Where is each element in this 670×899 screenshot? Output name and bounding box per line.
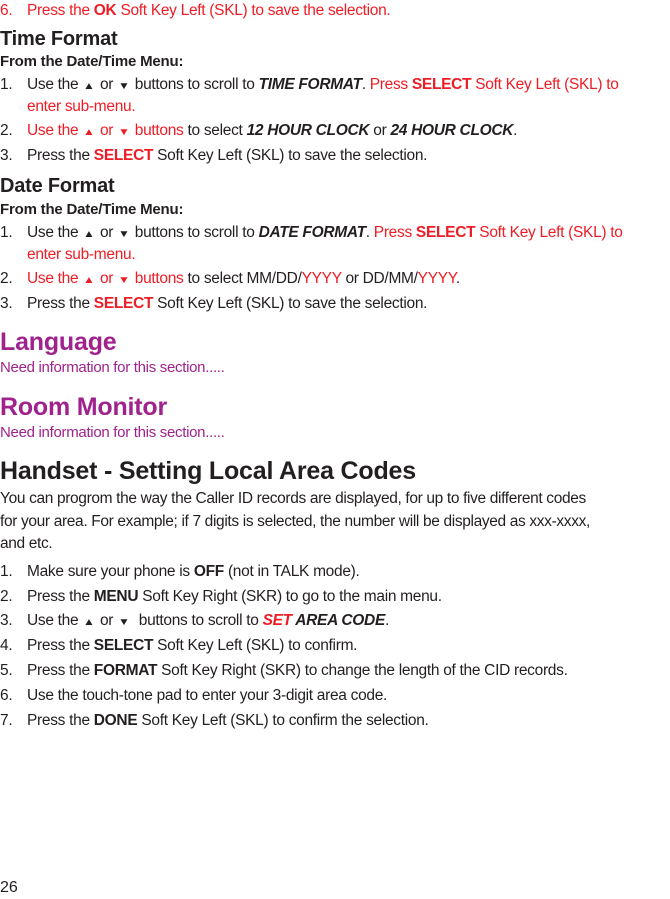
step-number: 2. bbox=[0, 588, 13, 605]
step-text: Press the SELECT Soft Key Left (SKL) to … bbox=[27, 147, 428, 164]
step-text: Press the SELECT Soft Key Left (SKL) to … bbox=[27, 295, 428, 312]
step-text: Use the touch-tone pad to enter your 3-d… bbox=[27, 687, 388, 704]
up-arrow-icon: ▲ bbox=[83, 617, 95, 628]
step-text: Press the SELECT Soft Key Left (SKL) to … bbox=[27, 637, 358, 654]
menu-option: 24 HOUR CLOCK bbox=[390, 122, 514, 139]
key-label: MENU bbox=[93, 588, 139, 605]
room-monitor-note: Need information for this section..... bbox=[0, 424, 225, 441]
step-text: Use the ▲ or ▼ buttons to scroll to SET … bbox=[27, 610, 389, 634]
section-heading-area-codes: Handset - Setting Local Area Codes bbox=[0, 457, 416, 485]
up-arrow-icon: ▲ bbox=[83, 229, 95, 240]
step-number: 6. bbox=[0, 687, 13, 704]
step-text: Press the MENU Soft Key Right (SKR) to g… bbox=[27, 588, 442, 605]
step-number: 2. bbox=[0, 122, 13, 139]
menu-option: 12 HOUR CLOCK bbox=[246, 122, 370, 139]
section-heading-room-monitor: Room Monitor bbox=[0, 393, 168, 421]
down-arrow-icon: ▼ bbox=[118, 617, 130, 628]
down-arrow-icon: ▼ bbox=[118, 127, 130, 138]
down-arrow-icon: ▼ bbox=[118, 229, 130, 240]
step-text: Press the DONE Soft Key Left (SKL) to co… bbox=[27, 712, 429, 729]
step-number: 1. bbox=[0, 76, 13, 93]
area-codes-intro: You can progrom the way the Caller ID re… bbox=[0, 490, 590, 552]
step-text: Use the ▲ or ▼ buttons to select MM/DD/Y… bbox=[27, 268, 460, 292]
step-number: 2. bbox=[0, 270, 13, 287]
step-number: 3. bbox=[0, 295, 13, 312]
key-label: SELECT bbox=[93, 637, 154, 654]
step-number: 4. bbox=[0, 637, 13, 654]
menu-option: DATE FORMAT bbox=[258, 224, 367, 241]
key-label: SELECT bbox=[93, 295, 154, 312]
step-text: Make sure your phone is OFF (not in TALK… bbox=[27, 563, 360, 580]
step-number: 1. bbox=[0, 563, 13, 580]
subheading-date-format: From the Date/Time Menu: bbox=[0, 201, 184, 218]
step-text: Press the FORMAT Soft Key Right (SKR) to… bbox=[27, 662, 568, 679]
step-number: 3. bbox=[0, 612, 13, 629]
down-arrow-icon: ▼ bbox=[118, 275, 130, 286]
key-label: OK bbox=[93, 2, 117, 19]
subheading-time-format: From the Date/Time Menu: bbox=[0, 53, 184, 70]
section-heading-language: Language bbox=[0, 328, 117, 356]
key-label: SELECT bbox=[93, 147, 154, 164]
key-label: DONE bbox=[93, 712, 138, 729]
up-arrow-icon: ▲ bbox=[83, 81, 95, 92]
year-format: YYYY bbox=[417, 270, 456, 287]
menu-option: TIME FORMAT bbox=[258, 76, 362, 93]
key-label: FORMAT bbox=[93, 662, 158, 679]
step-number: 3. bbox=[0, 147, 13, 164]
section-heading-date-format: Date Format bbox=[0, 175, 115, 197]
menu-option: SET bbox=[262, 612, 293, 629]
up-arrow-icon: ▲ bbox=[83, 275, 95, 286]
section-heading-time-format: Time Format bbox=[0, 28, 118, 50]
key-label: SELECT bbox=[411, 76, 472, 93]
step-text: Press the OK Soft Key Left (SKL) to save… bbox=[27, 2, 391, 19]
year-format: YYYY bbox=[301, 270, 342, 287]
step-text: Use the ▲ or ▼ buttons to scroll to TIME… bbox=[27, 74, 619, 98]
step-text: Use the ▲ or ▼ buttons to select 12 HOUR… bbox=[27, 120, 517, 144]
key-label: OFF bbox=[193, 563, 224, 580]
step-number: 7. bbox=[0, 712, 13, 729]
up-arrow-icon: ▲ bbox=[83, 127, 95, 138]
down-arrow-icon: ▼ bbox=[118, 81, 130, 92]
step-number: 1. bbox=[0, 224, 13, 241]
step-number: 6. bbox=[0, 2, 13, 19]
step-text: Use the ▲ or ▼ buttons to scroll to DATE… bbox=[27, 222, 623, 246]
page-number: 26 bbox=[0, 879, 18, 896]
step-number: 5. bbox=[0, 662, 13, 679]
menu-option: AREA CODE bbox=[291, 612, 385, 629]
key-label: SELECT bbox=[415, 224, 476, 241]
language-note: Need information for this section..... bbox=[0, 359, 225, 376]
